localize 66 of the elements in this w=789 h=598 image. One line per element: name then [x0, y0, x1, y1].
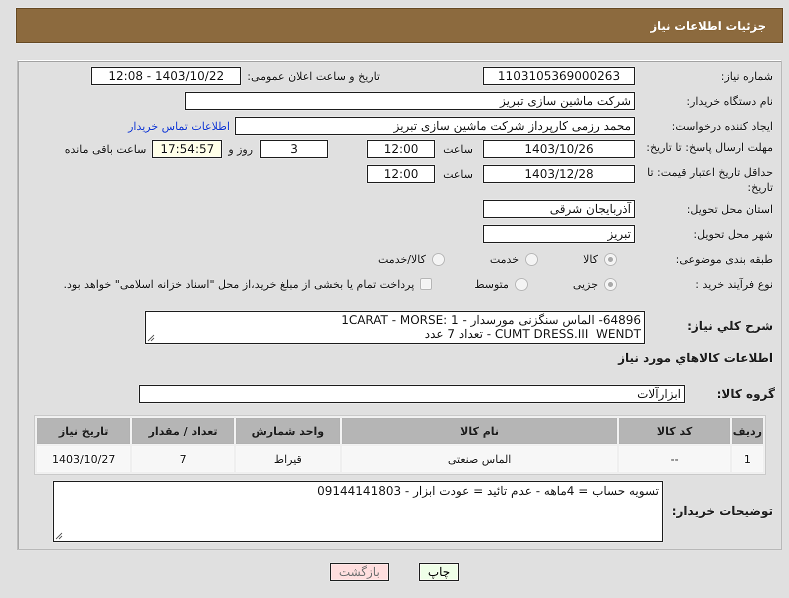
page-header: جزئیات اطلاعات نیاز [16, 8, 783, 43]
field-label: ساعت [443, 143, 473, 156]
description-line: CUMT DRESS.III WENDT - تعداد 7 عدد [424, 327, 641, 341]
back-button[interactable]: بازگشت [330, 563, 389, 581]
text-field[interactable]: 1403/12/28 [483, 165, 635, 183]
field-label: روز و [228, 143, 254, 156]
radio-button[interactable] [604, 252, 617, 266]
option-label: کالا [583, 252, 598, 266]
field-label: ساعت باقی مانده [64, 143, 146, 156]
radio-button[interactable] [525, 252, 538, 266]
option-label: خدمت [490, 252, 520, 266]
field-label: شرح کلي نیاز: [686, 319, 774, 334]
field-label: نوع فرآیند خرید : [694, 276, 774, 292]
table-cell: -- [619, 446, 730, 472]
table-cell: الماس صنعتی [342, 446, 618, 472]
field-label: حداقل تاریخ اعتبار قیمت: تا تاریخ: [646, 165, 774, 195]
radio-button[interactable] [604, 278, 617, 290]
option-label: جزیی [572, 278, 598, 290]
option-label: پرداخت تمام یا بخشی از مبلغ خرید،از محل "اسناد خزانه اسلامی" خواهد بود. [64, 278, 414, 290]
field-label: نام دستگاه خریدار: [685, 94, 774, 108]
text-field[interactable]: 1403/10/22 - 12:08 [91, 67, 242, 85]
radio-button[interactable] [514, 278, 528, 290]
text-field[interactable]: ابزارآلات [139, 385, 685, 403]
text-field[interactable]: آذربایجان شرقی [483, 200, 635, 218]
table-cell: 1 [732, 446, 763, 472]
text-field[interactable]: 1103105369000263 [483, 67, 635, 85]
field-label: ایجاد کننده درخواست: [670, 118, 774, 134]
field-label: گروه کالا: [716, 386, 775, 402]
description-line: 64896- الماس سنگزنی مورسدار - 1CARAT - MORSE: 1 [340, 313, 641, 327]
section-title: اطلاعات كالاهاي مورد نیاز [618, 351, 773, 365]
notes-text: تسویه حساب = 4ماهه - عدم تائید = عودت ابزار - 09144141803 [316, 484, 659, 499]
resize-grip-icon[interactable] [147, 334, 155, 342]
text-field[interactable]: 3 [260, 140, 328, 158]
print-button[interactable]: چاپ [418, 563, 460, 581]
column-header: کد کالا [619, 418, 730, 444]
table-cell: 1403/10/27 [37, 446, 130, 472]
description-box[interactable]: 64896- الماس سنگزنی مورسدار - 1CARAT - MORSE: 1 CUMT DRESS.III WENDT - تعداد 7 عدد [145, 311, 645, 344]
resize-grip-icon[interactable] [55, 532, 63, 540]
text-field[interactable]: محمد رزمی کارپرداز شرکت ماشین سازی تبریز [235, 117, 635, 135]
radio-button[interactable] [432, 252, 445, 266]
text-field[interactable]: شرکت ماشین سازی تبریز [185, 92, 635, 110]
text-field[interactable]: 17:54:57 [152, 140, 222, 158]
field-label: تاریخ و ساعت اعلان عمومی: [247, 70, 380, 82]
table-cell: 7 [132, 446, 234, 472]
field-label: مهلت ارسال پاسخ: تا تاریخ: [645, 140, 774, 155]
field-label: استان محل تحویل: [686, 202, 774, 216]
field-label: شماره نیاز: [720, 68, 774, 84]
text-field[interactable]: 1403/10/26 [483, 140, 635, 158]
field-label: توضیحات خریدار: [670, 504, 774, 519]
column-header: ردیف [732, 418, 763, 444]
column-header: تاریخ نیاز [37, 418, 130, 444]
notes-box[interactable]: تسویه حساب = 4ماهه - عدم تائید = عودت ابزار - 09144141803 [53, 481, 663, 542]
option-label: متوسط [474, 278, 509, 290]
checkbox[interactable] [420, 278, 432, 290]
text-field[interactable]: 12:00 [367, 165, 436, 183]
table-cell: قیراط [236, 446, 340, 472]
column-header: تعداد / مقدار [132, 418, 234, 444]
field-label: طبقه بندی موضوعی: [674, 252, 774, 266]
column-header: نام کالا [342, 418, 618, 444]
text-field[interactable]: تبریز [483, 225, 635, 243]
option-label: کالا/خدمت [378, 252, 426, 266]
field-label: ساعت [443, 168, 473, 181]
contact-link[interactable]: اطلاعات تماس خریدار [128, 120, 230, 132]
field-label: شهر محل تحویل: [692, 226, 774, 242]
column-header: واحد شمارش [236, 418, 340, 444]
text-field[interactable]: 12:00 [367, 140, 436, 158]
